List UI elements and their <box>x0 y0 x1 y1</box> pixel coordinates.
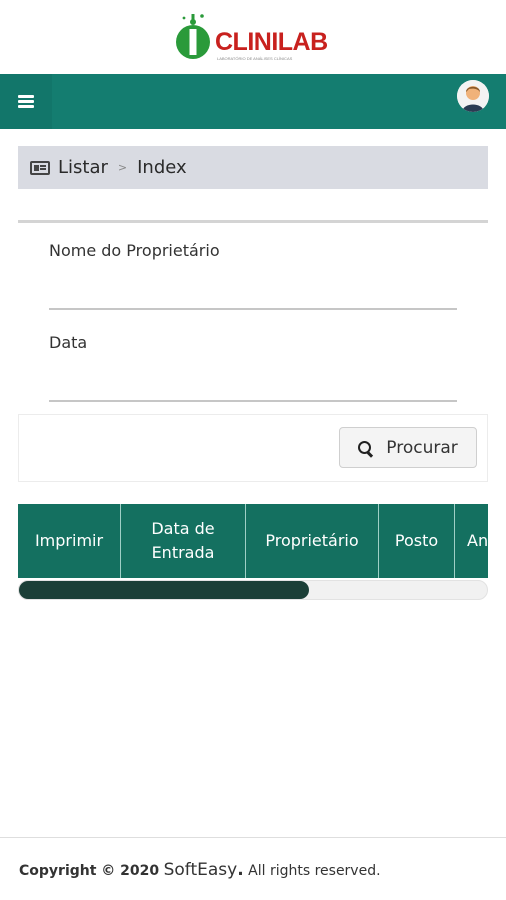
user-avatar-icon <box>457 80 489 112</box>
column-header-entry-date[interactable]: Data de Entrada <box>121 504 246 578</box>
breadcrumb-separator: > <box>117 161 128 174</box>
logo-subtitle: LABORATÓRIO DE ANÁLISES CLÍNICAS <box>217 56 293 61</box>
hamburger-icon <box>18 93 34 110</box>
search-button-label: Procurar <box>386 437 458 458</box>
owner-name-input[interactable] <box>49 308 457 310</box>
copyright-text: Copyright © 2020 <box>19 863 160 879</box>
filter-form: Nome do Proprietário Data <box>18 220 488 414</box>
logo-wordmark: CLINILAB <box>215 28 328 56</box>
owner-name-label: Nome do Proprietário <box>49 241 220 260</box>
column-header-post[interactable]: Posto <box>379 504 455 578</box>
breadcrumb-section[interactable]: Listar <box>58 157 108 178</box>
breadcrumb-page: Index <box>137 157 187 178</box>
breadcrumb: Listar > Index <box>18 146 488 189</box>
clinilab-logo[interactable]: CLINILAB LABORATÓRIO DE ANÁLISES CLÍNICA… <box>175 12 328 64</box>
footer: Copyright © 2020 SoftEasy. All rights re… <box>19 860 381 880</box>
table-header-row: Imprimir Data de Entrada Proprietário Po… <box>18 504 488 578</box>
user-avatar-button[interactable] <box>457 80 489 112</box>
column-header-print[interactable]: Imprimir <box>18 504 121 578</box>
softeasy-brand[interactable]: SoftEasy. <box>164 860 244 880</box>
rights-text: All rights reserved. <box>243 863 381 879</box>
table-horizontal-scrollbar[interactable] <box>18 580 488 600</box>
logo-emblem-icon <box>176 14 210 59</box>
search-button[interactable]: Procurar <box>339 427 477 468</box>
column-header-truncated[interactable]: An <box>455 504 488 578</box>
footer-divider <box>0 837 506 838</box>
date-input[interactable] <box>49 400 457 402</box>
list-card-icon <box>30 160 50 175</box>
date-label: Data <box>49 333 88 352</box>
scrollbar-thumb[interactable] <box>19 581 310 599</box>
top-navbar <box>0 74 506 129</box>
results-table: Imprimir Data de Entrada Proprietário Po… <box>18 504 488 578</box>
menu-toggle-button[interactable] <box>0 74 52 129</box>
logo-header: CLINILAB LABORATÓRIO DE ANÁLISES CLÍNICA… <box>0 0 506 74</box>
search-icon <box>358 440 372 455</box>
column-header-owner[interactable]: Proprietário <box>246 504 379 578</box>
